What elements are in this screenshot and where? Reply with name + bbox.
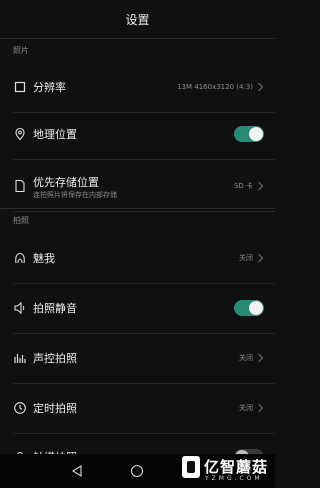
- home-circle-icon[interactable]: [130, 464, 144, 478]
- row-label: 优先存储位置: [33, 176, 99, 189]
- row-label: 魅我: [33, 252, 55, 265]
- page-header: 设置: [0, 0, 275, 38]
- row-sublabel: 连拍照片将保存在内部存储: [33, 191, 117, 199]
- row-label: 定时拍照: [33, 402, 77, 415]
- speaker-icon: [13, 301, 27, 315]
- row-label: 拍照静音: [33, 302, 77, 315]
- chevron-right-icon: [257, 82, 264, 92]
- toggle-knob: [249, 301, 263, 315]
- row-label: 分辨率: [33, 81, 66, 94]
- square-icon: [13, 80, 27, 94]
- settings-row-timer[interactable]: 定时拍照 关闭: [0, 382, 275, 434]
- sound-bars-icon: [13, 351, 27, 365]
- settings-row-storage[interactable]: 优先存储位置 连拍照片将保存在内部存储 SD 卡: [0, 160, 275, 212]
- settings-row-voice-shutter[interactable]: 声控拍照 关闭: [0, 332, 275, 384]
- row-value: 关闭: [239, 354, 253, 362]
- watermark-icon: [182, 456, 200, 478]
- section-divider: [0, 38, 275, 39]
- chevron-right-icon: [257, 403, 264, 413]
- section-label: 照片: [13, 46, 29, 55]
- settings-row-beauty[interactable]: 魅我 关闭: [0, 232, 275, 284]
- watermark-text: 亿智蘑菇: [204, 458, 269, 476]
- chevron-right-icon: [257, 181, 264, 191]
- settings-row-mute[interactable]: 拍照静音: [0, 282, 275, 334]
- section-label: 拍照: [13, 216, 29, 225]
- page-title: 设置: [125, 12, 150, 27]
- row-value: 13M 4160x3120 (4:3): [177, 83, 253, 91]
- clock-icon: [13, 401, 27, 415]
- back-triangle-icon[interactable]: [70, 464, 84, 478]
- row-value: SD 卡: [233, 182, 253, 190]
- row-value: 关闭: [239, 254, 253, 262]
- chevron-right-icon: [257, 353, 264, 363]
- row-value: 关闭: [239, 404, 253, 412]
- settings-row-resolution[interactable]: 分辨率 13M 4160x3120 (4:3): [0, 61, 275, 113]
- file-icon: [13, 179, 27, 193]
- watermark-logo: 亿智蘑菇 YZMG.COM: [182, 452, 275, 488]
- section-header-photo: 照片: [0, 38, 275, 62]
- watermark-subtext: YZMG.COM: [205, 475, 263, 482]
- row-label: 声控拍照: [33, 352, 77, 365]
- face-beauty-icon: [13, 251, 27, 265]
- section-header-shooting: 拍照: [0, 208, 275, 232]
- settings-row-geolocation[interactable]: 地理位置: [0, 108, 275, 160]
- toggle-knob: [249, 127, 263, 141]
- location-pin-icon: [13, 127, 27, 141]
- mute-toggle[interactable]: [234, 300, 264, 316]
- row-label: 地理位置: [33, 128, 77, 141]
- geolocation-toggle[interactable]: [234, 126, 264, 142]
- section-divider: [0, 208, 275, 209]
- chevron-right-icon: [257, 253, 264, 263]
